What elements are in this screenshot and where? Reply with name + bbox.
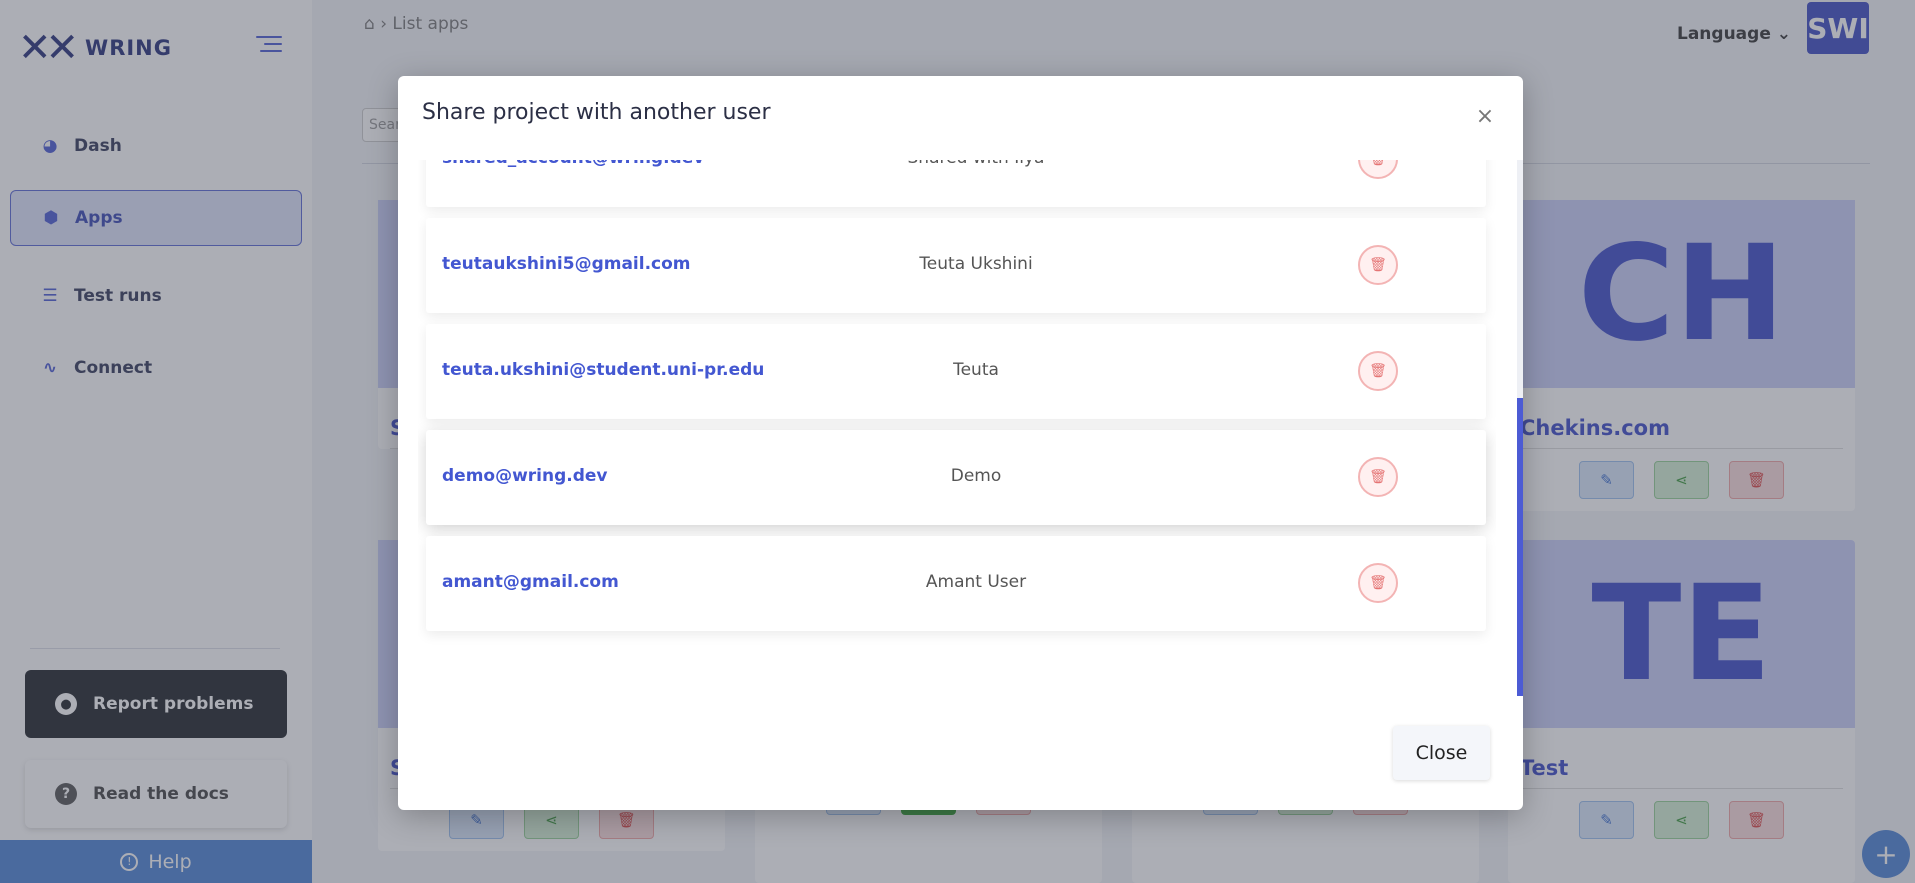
trash-icon: 🗑: [1369, 363, 1387, 379]
list-item: teutaukshini5@gmail.com Teuta Ukshini 🗑: [426, 218, 1486, 313]
close-button[interactable]: Close: [1393, 726, 1490, 780]
modal-title: Share project with another user: [422, 100, 771, 125]
trash-icon: 🗑: [1369, 257, 1387, 273]
user-email: shared_account@wring.dev: [442, 160, 704, 168]
shared-users-list[interactable]: shared_account@wring.dev Shared with Ily…: [418, 160, 1496, 694]
user-email: teuta.ukshini@student.uni-pr.edu: [442, 360, 765, 380]
remove-user-button[interactable]: 🗑: [1358, 563, 1398, 603]
user-name: Shared with Ilya: [876, 160, 1076, 168]
remove-user-button[interactable]: 🗑: [1358, 351, 1398, 391]
list-item: teuta.ukshini@student.uni-pr.edu Teuta 🗑: [426, 324, 1486, 419]
trash-icon: 🗑: [1369, 160, 1387, 167]
list-item: amant@gmail.com Amant User 🗑: [426, 536, 1486, 631]
remove-user-button[interactable]: 🗑: [1358, 160, 1398, 179]
scrollbar-thumb[interactable]: [1517, 398, 1523, 696]
list-item: demo@wring.dev Demo 🗑: [426, 430, 1486, 525]
user-email: amant@gmail.com: [442, 572, 619, 592]
user-email: teutaukshini5@gmail.com: [442, 254, 691, 274]
trash-icon: 🗑: [1369, 575, 1387, 591]
user-name: Amant User: [925, 572, 1027, 592]
list-item: shared_account@wring.dev Shared with Ily…: [426, 160, 1486, 207]
remove-user-button[interactable]: 🗑: [1358, 457, 1398, 497]
trash-icon: 🗑: [1369, 469, 1387, 485]
user-email: demo@wring.dev: [442, 466, 608, 486]
share-project-modal: Share project with another user × shared…: [398, 76, 1523, 810]
user-name: Teuta Ukshini: [919, 254, 1033, 274]
close-icon[interactable]: ×: [1470, 104, 1500, 129]
remove-user-button[interactable]: 🗑: [1358, 245, 1398, 285]
user-name: Teuta: [953, 360, 999, 380]
user-name: Demo: [950, 466, 1002, 486]
